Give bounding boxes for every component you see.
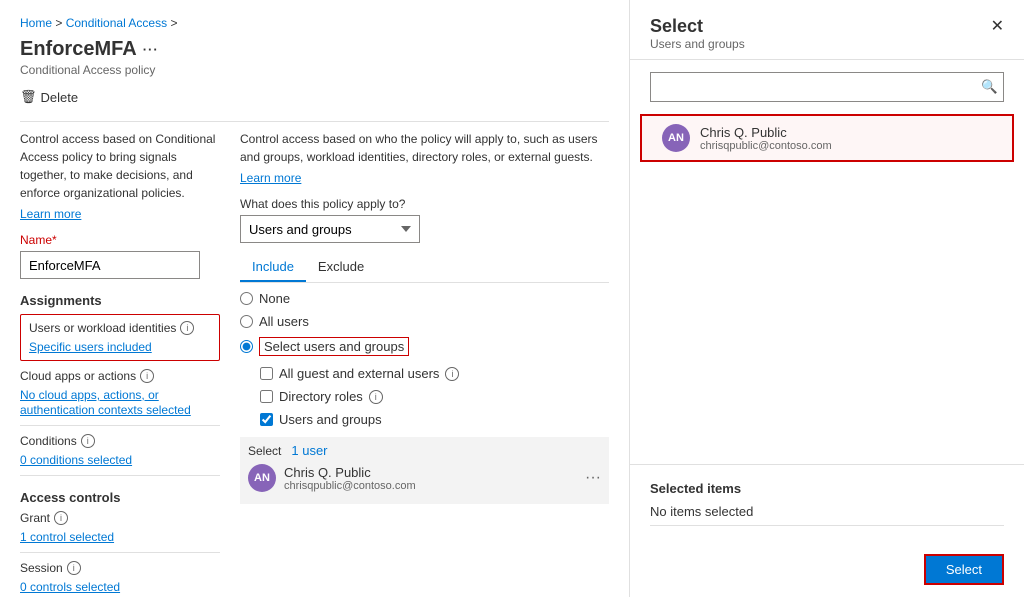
right-learn-more[interactable]: Learn more	[240, 171, 301, 185]
include-exclude-tabs: Include Exclude	[240, 253, 609, 283]
left-learn-more[interactable]: Learn more	[20, 207, 81, 221]
user-email: chrisqpublic@contoso.com	[284, 480, 416, 492]
left-panel: Home > Conditional Access > EnforceMFA ·…	[0, 0, 630, 597]
trash-icon: 🗑	[20, 89, 37, 105]
search-input[interactable]	[650, 72, 1004, 102]
radio-all-users[interactable]: All users	[240, 314, 609, 329]
selected-items-title: Selected items	[650, 481, 1004, 496]
left-col: Control access based on Conditional Acce…	[20, 130, 220, 597]
user-name: Chris Q. Public	[284, 465, 416, 480]
delete-button[interactable]: 🗑 Delete	[20, 89, 78, 105]
panel-header: Select Users and groups ✕	[630, 0, 1024, 60]
checkbox-users-groups-input[interactable]	[260, 413, 273, 426]
session-link[interactable]: 0 controls selected	[20, 580, 120, 594]
assignments-title: Assignments	[20, 293, 220, 308]
breadcrumb-home[interactable]: Home	[20, 16, 52, 30]
checkbox-guest[interactable]: All guest and external users i	[260, 366, 609, 381]
grant-info-icon[interactable]: i	[54, 511, 68, 525]
conditions-label: Conditions i	[20, 434, 220, 448]
users-link[interactable]: Specific users included	[29, 340, 152, 354]
select-users-label: Select users and groups	[259, 337, 409, 356]
user-row: AN Chris Q. Public chrisqpublic@contoso.…	[248, 458, 601, 498]
result-user-info: Chris Q. Public chrisqpublic@contoso.com	[700, 125, 832, 152]
tab-exclude[interactable]: Exclude	[306, 253, 376, 282]
radio-select-users[interactable]: Select users and groups	[240, 337, 609, 356]
cloud-apps-link[interactable]: No cloud apps, actions, or authenticatio…	[20, 388, 191, 417]
action-bar: 🗑 Delete	[20, 89, 609, 105]
search-box: 🔍	[650, 72, 1004, 102]
checkbox-users-groups[interactable]: Users and groups	[260, 412, 609, 427]
panel-subtitle: Users and groups	[650, 37, 745, 51]
select-box: Select 1 user AN Chris Q. Public chrisqp…	[240, 437, 609, 504]
panel-footer: Select	[630, 542, 1024, 597]
result-item[interactable]: AN Chris Q. Public chrisqpublic@contoso.…	[640, 114, 1014, 162]
checkbox-directory-roles-input[interactable]	[260, 390, 273, 403]
radio-none[interactable]: None	[240, 291, 609, 306]
session-label: Session i	[20, 561, 220, 575]
grant-section: Grant i 1 control selected	[20, 511, 220, 544]
users-label: Users or workload identities i	[29, 321, 211, 335]
user-info: Chris Q. Public chrisqpublic@contoso.com	[284, 465, 416, 492]
checkbox-directory-roles[interactable]: Directory roles i	[260, 389, 609, 404]
guest-info-icon[interactable]: i	[445, 367, 459, 381]
result-avatar: AN	[662, 124, 690, 152]
cloud-apps-info-icon[interactable]: i	[140, 369, 154, 383]
page-subtitle: Conditional Access policy	[20, 63, 609, 77]
select-count: 1 user	[291, 443, 327, 458]
access-controls-title: Access controls	[20, 490, 220, 505]
policy-target-label: What does this policy apply to?	[240, 197, 609, 211]
users-assignment-box: Users or workload identities i Specific …	[20, 314, 220, 361]
directory-roles-info-icon[interactable]: i	[369, 390, 383, 404]
name-label: Name*	[20, 233, 220, 247]
panel-body: AN Chris Q. Public chrisqpublic@contoso.…	[630, 114, 1024, 464]
name-input[interactable]	[20, 251, 200, 279]
user-avatar: AN	[248, 464, 276, 492]
breadcrumb-conditional-access[interactable]: Conditional Access	[66, 16, 167, 30]
search-icon: 🔍	[981, 79, 998, 94]
session-section: Session i 0 controls selected	[20, 561, 220, 594]
panel-title-group: Select Users and groups	[650, 16, 745, 51]
breadcrumb: Home > Conditional Access >	[20, 16, 609, 30]
user-more-button[interactable]: ···	[585, 469, 601, 487]
conditions-link[interactable]: 0 conditions selected	[20, 453, 132, 467]
search-icon-button[interactable]: 🔍	[981, 79, 998, 95]
checkbox-guest-input[interactable]	[260, 367, 273, 380]
left-description: Control access based on Conditional Acce…	[20, 130, 220, 202]
right-col: Control access based on who the policy w…	[240, 130, 609, 597]
result-user-name: Chris Q. Public	[700, 125, 832, 140]
radio-select-users-input[interactable]	[240, 340, 253, 353]
checkbox-group: All guest and external users i Directory…	[260, 366, 609, 427]
right-description: Control access based on who the policy w…	[240, 130, 609, 166]
radio-none-input[interactable]	[240, 292, 253, 305]
radio-all-users-input[interactable]	[240, 315, 253, 328]
panel-title: Select	[650, 16, 745, 37]
grant-label: Grant i	[20, 511, 220, 525]
selected-section: Selected items No items selected	[630, 464, 1024, 542]
select-action-button[interactable]: Select	[924, 554, 1004, 585]
tab-include[interactable]: Include	[240, 253, 306, 282]
no-items-text: No items selected	[650, 504, 1004, 526]
conditions-section: Conditions i 0 conditions selected	[20, 434, 220, 467]
cloud-apps-section: Cloud apps or actions i No cloud apps, a…	[20, 369, 220, 417]
two-col-layout: Control access based on Conditional Acce…	[20, 130, 609, 597]
conditions-info-icon[interactable]: i	[81, 434, 95, 448]
policy-target-select[interactable]: Users and groups	[240, 215, 420, 243]
grant-link[interactable]: 1 control selected	[20, 530, 114, 544]
page-title: EnforceMFA ···	[20, 38, 609, 61]
more-options-icon[interactable]: ···	[143, 42, 159, 57]
select-panel: Select Users and groups ✕ 🔍 AN Chris Q. …	[630, 0, 1024, 597]
session-info-icon[interactable]: i	[67, 561, 81, 575]
select-label: Select 1 user	[248, 443, 601, 458]
radio-group: None All users Select users and groups	[240, 291, 609, 356]
result-user-email: chrisqpublic@contoso.com	[700, 140, 832, 152]
users-info-icon[interactable]: i	[180, 321, 194, 335]
cloud-apps-label: Cloud apps or actions i	[20, 369, 220, 383]
close-button[interactable]: ✕	[991, 16, 1004, 36]
